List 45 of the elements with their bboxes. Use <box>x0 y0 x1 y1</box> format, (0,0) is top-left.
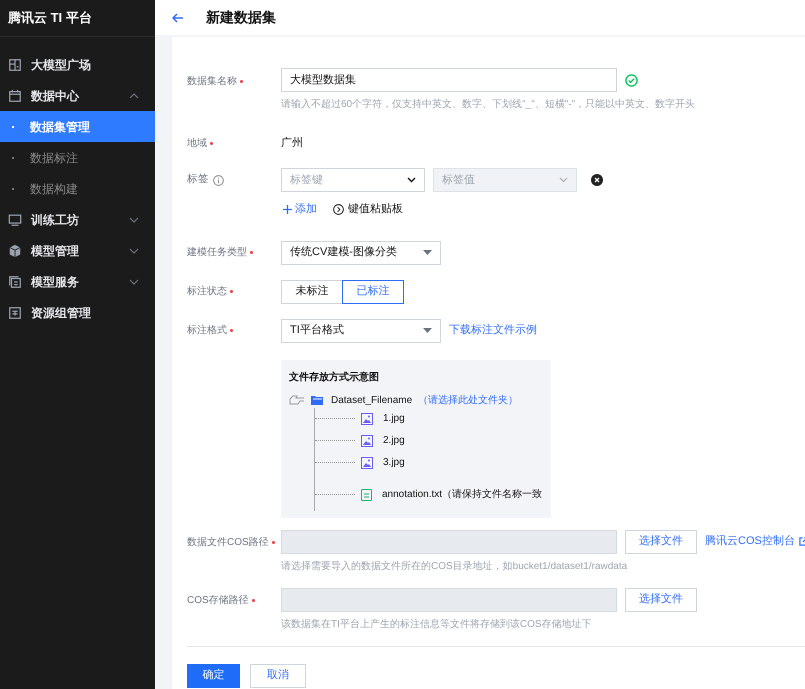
field-label: 标注格式 <box>187 324 227 338</box>
folder-note: （请选择此处文件夹） <box>418 394 518 408</box>
select-file-button[interactable]: 选择文件 <box>625 530 697 554</box>
paste-board-button[interactable]: 键值粘贴板 <box>333 201 403 218</box>
platform-title: 腾讯云 TI 平台 <box>8 9 92 28</box>
field-label: 数据集名称 <box>187 74 237 88</box>
file-name: 3.jpg <box>383 456 405 470</box>
sidebar-item[interactable]: 模型管理 <box>0 235 155 266</box>
file-name: 2.jpg <box>383 434 405 448</box>
field-label: 数据文件COS路径 <box>187 536 269 550</box>
folder-name: Dataset_Filename <box>331 394 412 408</box>
download-example-link[interactable]: 下载标注文件示例 <box>449 322 537 339</box>
hint-text: 请选择需要导入的数据文件所在的COS目录地址，如bucket1/dataset1/rawdata <box>281 560 628 574</box>
hint-text: 请输入不超过60个字符，仅支持中英文、数字、下划线"_"、短横"-"，只能以中英文、数字开头 <box>281 98 696 112</box>
task-type-select[interactable]: 传统CV建模-图像分类 <box>281 240 441 264</box>
file-name: annotation.txt（请保持文件名称一致 <box>382 488 542 502</box>
confirm-button[interactable]: 确定 <box>187 664 240 688</box>
select-file-button[interactable]: 选择文件 <box>625 588 697 612</box>
format-select[interactable]: TI平台格式 <box>281 318 441 342</box>
status-option[interactable]: 未标注 <box>281 280 343 304</box>
name-input[interactable]: 大模型数据集 <box>281 68 617 92</box>
field-label: 建模任务类型 <box>187 246 247 260</box>
hint-text: 该数据集在TI平台上产生的标注信息等文件将存储到该COS存储地址下 <box>281 618 593 632</box>
sidebar-subitem[interactable]: 数据构建 <box>0 173 155 204</box>
field-label: COS存储路径 <box>187 594 249 608</box>
sidebar-item[interactable]: 训练工坊 <box>0 204 155 235</box>
sidebar-subitem[interactable]: 数据标注 <box>0 142 155 173</box>
tag-key-select[interactable]: 标签键 <box>281 168 425 192</box>
tag-value-select: 标签值 <box>433 168 577 192</box>
sidebar-item[interactable]: 资源组管理 <box>0 297 155 328</box>
cancel-button[interactable]: 取消 <box>250 664 306 688</box>
page-title: 新建数据集 <box>206 8 276 27</box>
status-option[interactable]: 已标注 <box>342 280 404 304</box>
sidebar-subitem[interactable]: 数据集管理 <box>0 111 155 142</box>
file-name: 1.jpg <box>383 412 405 426</box>
add-tag-button[interactable]: 添加 <box>283 201 317 218</box>
diagram-title: 文件存放方式示意图 <box>289 370 380 384</box>
field-label: 标签 <box>187 172 209 188</box>
field-label: 地域 <box>187 136 207 150</box>
field-label: 标注状态 <box>187 284 227 299</box>
cos-console-link[interactable]: 腾讯云COS控制台 <box>705 533 805 550</box>
region-value: 广州 <box>281 136 303 151</box>
sidebar-item[interactable]: 模型服务 <box>0 266 155 297</box>
sidebar-item[interactable]: 数据中心 <box>0 80 155 111</box>
sidebar-item[interactable]: 大模型广场 <box>0 49 155 80</box>
